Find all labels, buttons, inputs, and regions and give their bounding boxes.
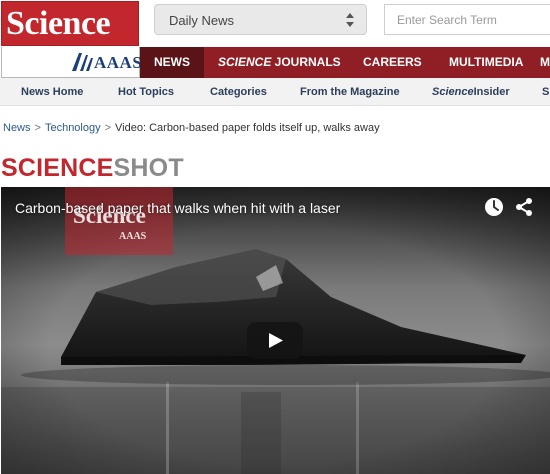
aaas-logo[interactable]: AAAS [1,47,143,78]
science-watermark: Science AAAS [65,187,173,255]
science-logo-text: Science [6,5,111,42]
breadcrumb-technology[interactable]: Technology [45,122,101,134]
subnav-categories[interactable]: Categories [210,78,267,106]
search-box [384,4,550,35]
breadcrumb-separator: > [104,122,112,134]
subnav-categories-label: Categories [210,86,267,98]
subnav-news-home-label: News Home [21,86,84,98]
updown-caret-icon [346,13,354,27]
breadcrumb-separator: > [34,122,41,134]
watermark-aaas: AAAS [119,231,147,242]
video-player[interactable]: Science AAAS Carbon-based paper that wal… [1,187,550,474]
main-nav: NEWS SCIENCE JOURNALS CAREERS MULTIMEDIA… [140,47,550,78]
science-logo[interactable]: Science [1,1,139,46]
subnav-more[interactable]: S [542,78,549,106]
subnav-scienceinsider-prefix: Science [432,86,474,98]
share-icon[interactable] [514,197,534,217]
subnav-from-magazine[interactable]: From the Magazine [300,78,400,106]
nav-more-label: M [540,55,550,69]
video-title[interactable]: Carbon-based paper that walks when hit w… [15,200,340,216]
nav-more[interactable]: M [540,47,550,78]
subnav-scienceinsider-label: Insider [473,86,510,98]
subnav-from-magazine-label: From the Magazine [300,86,400,98]
subnav-more-label: S [542,86,550,98]
section-dropdown-value: Daily News [169,13,235,28]
nav-careers-label: CAREERS [363,55,422,69]
nav-science-journals[interactable]: SCIENCE JOURNALS [218,47,341,78]
breadcrumb: News > Technology > Video: Carbon-based pape… [3,122,380,134]
subnav-hot-topics-label: Hot Topics [118,86,175,98]
sub-nav: News Home Hot Topics Categories From the… [0,78,550,106]
nav-multimedia[interactable]: MULTIMEDIA [449,47,523,78]
subnav-hot-topics[interactable]: Hot Topics [118,78,174,106]
play-button[interactable] [247,322,303,359]
nav-news[interactable]: NEWS [140,47,204,78]
aaas-mark-icon [72,53,93,71]
nav-multimedia-label: MULTIMEDIA [449,55,524,69]
subnav-scienceinsider[interactable]: ScienceInsider [432,78,510,106]
page-title: SCIENCESHOT [1,154,184,183]
site-header: Science Daily News [0,0,550,47]
nav-careers[interactable]: CAREERS [363,47,422,78]
section-dropdown[interactable]: Daily News [154,4,367,35]
nav-news-label: NEWS [154,55,190,69]
aaas-text: AAAS [94,53,143,72]
subnav-news-home[interactable]: News Home [21,78,83,106]
play-icon [269,333,283,348]
breadcrumb-news[interactable]: News [3,122,31,134]
clock-icon[interactable] [484,197,504,217]
nav-journals-prefix: SCIENCE [218,55,272,69]
breadcrumb-current: Video: Carbon-based paper folds itself u… [115,122,380,134]
search-input[interactable] [385,5,550,34]
nav-journals-label: JOURNALS [271,55,341,69]
page-title-science: SCIENCE [1,154,114,182]
page-title-shot: SHOT [113,154,184,182]
